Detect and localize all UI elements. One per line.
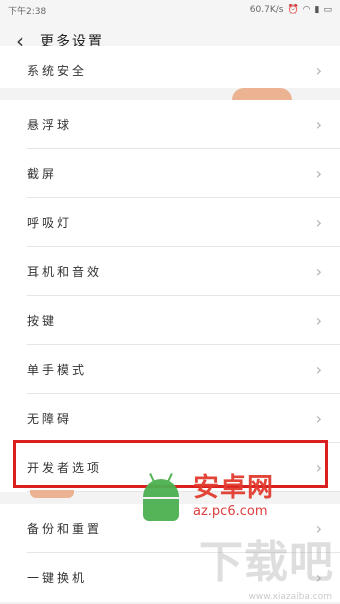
watermark-brand: 安卓网: [193, 472, 275, 503]
watermark-anzhuo: 安卓网 az.pc6.com: [135, 466, 335, 526]
android-logo-icon: [135, 471, 187, 521]
menu-item-label: 按键: [27, 314, 58, 328]
status-bar: 下午2:38 60.7K/s ⏰ ◠ ▮ ▭: [0, 0, 340, 20]
chevron-right-icon: ›: [315, 262, 322, 281]
status-time: 下午2:38: [8, 6, 47, 17]
status-icons: 60.7K/s ⏰ ◠ ▮ ▭: [250, 5, 332, 15]
battery-icon: ▭: [323, 5, 332, 15]
chevron-right-icon: ›: [315, 164, 322, 183]
menu-item-label: 耳机和音效: [27, 265, 103, 279]
menu-item-headphones-audio[interactable]: 耳机和音效 ›: [0, 247, 340, 296]
menu-item-label: 截屏: [27, 167, 58, 181]
menu-item-label: 悬浮球: [27, 118, 73, 132]
menu-item-screenshot[interactable]: 截屏 ›: [0, 149, 340, 198]
watermark-text: 安卓网 az.pc6.com: [193, 475, 274, 518]
watermark-xiazaiba: 下载吧: [199, 537, 334, 588]
decorative-illustration: [232, 88, 292, 100]
menu-item-floating-ball[interactable]: 悬浮球 ›: [0, 100, 340, 149]
alarm-icon: ⏰: [287, 5, 299, 15]
menu-item-accessibility[interactable]: 无障碍 ›: [0, 394, 340, 443]
wifi-icon: ◠: [302, 5, 311, 15]
chevron-right-icon: ›: [315, 61, 322, 80]
decorative-illustration: [30, 490, 74, 498]
chevron-right-icon: ›: [315, 115, 322, 134]
menu-item-one-handed-mode[interactable]: 单手模式 ›: [0, 345, 340, 394]
menu-item-label: 系统安全: [27, 64, 88, 78]
watermark-url-2: www.xiazaiba.com: [248, 592, 332, 602]
menu-item-breathing-light[interactable]: 呼吸灯 ›: [0, 198, 340, 247]
chevron-right-icon: ›: [315, 311, 322, 330]
watermark-url: az.pc6.com: [193, 503, 268, 519]
network-speed: 60.7K/s: [249, 5, 284, 15]
menu-item-label: 无障碍: [27, 412, 73, 426]
menu-item-label: 单手模式: [27, 363, 88, 377]
chevron-right-icon: ›: [315, 213, 322, 232]
menu-item-buttons[interactable]: 按键 ›: [0, 296, 340, 345]
chevron-right-icon: ›: [315, 360, 322, 379]
chevron-right-icon: ›: [315, 409, 322, 428]
signal-icon: ▮: [314, 5, 320, 15]
menu-item-label: 呼吸灯: [27, 216, 73, 230]
